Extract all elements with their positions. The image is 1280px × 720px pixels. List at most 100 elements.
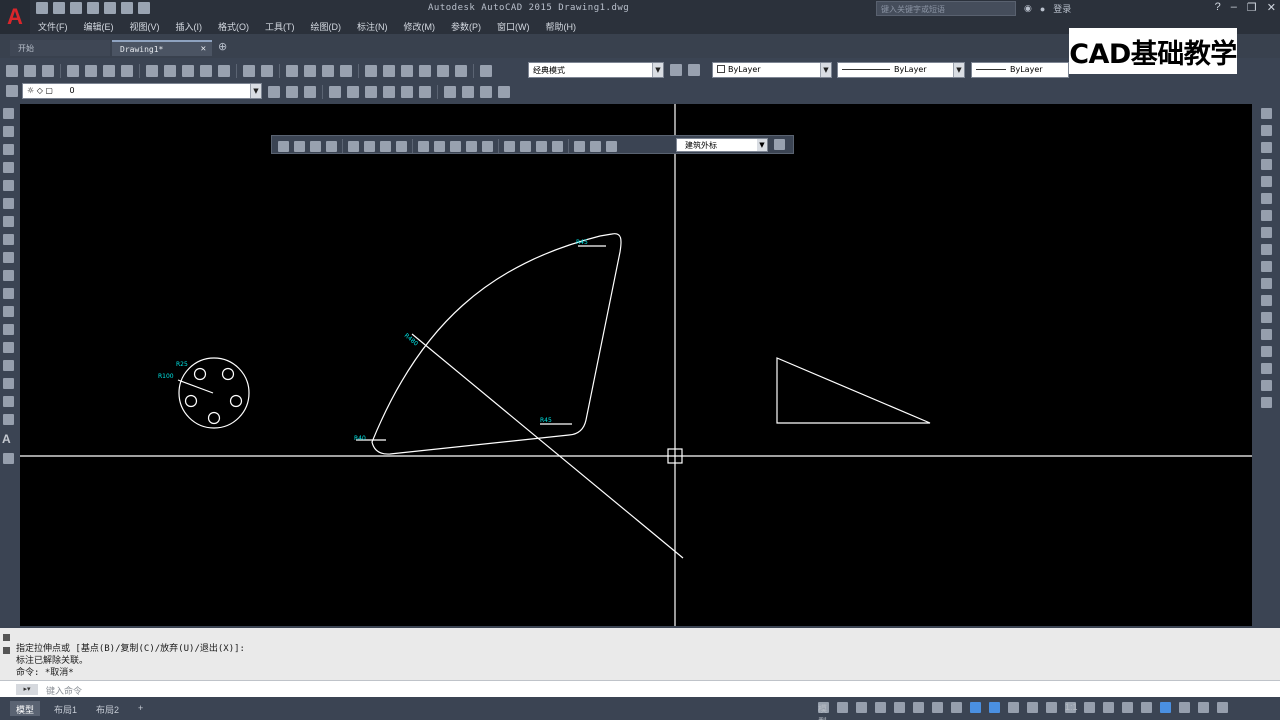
binoculars-icon[interactable]: ◉ [1024,3,1032,14]
properties-icon[interactable] [365,65,377,77]
zoom-window-icon[interactable] [322,65,334,77]
tab-start[interactable]: 开始 [10,40,110,56]
tab-drawing1[interactable]: Drawing1* ✕ [112,40,212,56]
menu-modify[interactable]: 修改(M) [396,20,444,33]
object-snap-icon[interactable] [951,702,962,713]
redo-icon[interactable] [261,65,273,77]
workspace-settings-icon[interactable] [670,64,682,76]
ellipse-arc-icon[interactable] [3,288,14,299]
angular-icon[interactable] [396,140,407,152]
isolate-objects-icon[interactable] [1160,702,1171,713]
ordinate-icon[interactable] [326,140,337,152]
zoom-previous-icon[interactable] [340,65,352,77]
layer-off-icon[interactable] [383,86,395,98]
zoom-realtime-icon[interactable] [304,65,316,77]
help-search-input[interactable]: 键入关键字或短语 [876,1,1016,16]
object-snap-tracking-icon[interactable] [932,702,943,713]
polyline-icon[interactable] [3,144,14,155]
restore-icon[interactable]: ❐ [1247,1,1257,14]
break-at-point-icon[interactable] [1261,295,1272,306]
make-block-icon[interactable] [3,324,14,335]
inspection-icon[interactable] [536,140,547,152]
make-current-icon[interactable] [268,86,280,98]
lineweight-control[interactable]: ByLayer [971,62,1069,78]
selection-cycling-icon[interactable] [1008,702,1019,713]
close-icon[interactable]: ✕ [1267,1,1276,14]
diameter-icon[interactable] [380,140,391,152]
point-icon[interactable] [3,342,14,353]
sign-in-link[interactable]: 登录 [1053,2,1071,15]
stretch-icon[interactable] [1261,244,1272,255]
jogged-linear-icon[interactable] [552,140,563,152]
close-icon[interactable] [3,634,10,641]
layer-lock-icon[interactable] [401,86,413,98]
break-icon[interactable] [1261,312,1272,323]
dim-edit-icon[interactable] [574,140,585,152]
add-selected-icon[interactable] [3,453,14,464]
print-icon[interactable] [104,2,116,14]
workspace-switch-icon[interactable] [1084,702,1095,713]
model-space-label[interactable]: 模型 [818,702,829,720]
3d-print-icon[interactable] [121,65,133,77]
mirror-icon[interactable] [1261,142,1272,153]
save-as-icon[interactable] [87,2,99,14]
layer-isolate-icon[interactable] [329,86,341,98]
move-icon[interactable] [1261,193,1272,204]
dimstyle-select[interactable]: 建筑外标 ▼ [676,138,768,152]
rotate-icon[interactable] [1261,210,1272,221]
circle-icon[interactable] [3,216,14,227]
auto-scale-icon[interactable] [1046,702,1057,713]
radius-icon[interactable] [348,140,359,152]
trim-icon[interactable] [1261,261,1272,272]
layer-unlock-icon[interactable] [419,86,431,98]
units-icon[interactable] [1122,702,1133,713]
customization-icon[interactable] [1217,702,1228,713]
redo-icon[interactable] [138,2,150,14]
menu-draw[interactable]: 绘图(D) [303,20,350,33]
copy-icon[interactable] [164,65,176,77]
ortho-icon[interactable] [875,702,886,713]
command-input[interactable]: ▸▾ 键入命令 [0,680,1280,697]
menu-window[interactable]: 窗口(W) [489,20,538,33]
rectangle-icon[interactable] [3,180,14,191]
open-icon[interactable] [53,2,65,14]
ellipse-icon[interactable] [3,270,14,281]
spline-icon[interactable] [3,252,14,263]
close-tab-icon[interactable]: ✕ [201,44,206,54]
lineweight-toggle-icon[interactable] [970,702,981,713]
dimension-style-icon[interactable] [774,139,785,150]
layer-states-icon[interactable] [304,86,316,98]
app-menu-button[interactable]: A [0,0,30,34]
join-icon[interactable] [1261,329,1272,340]
isodraft-icon[interactable] [913,702,924,713]
insert-block-icon[interactable] [3,306,14,317]
add-layout-icon[interactable]: + [132,701,149,716]
grid-icon[interactable] [837,702,848,713]
layer-freeze-icon[interactable] [365,86,377,98]
chevron-down-icon[interactable]: ▼ [652,63,663,77]
copy-object-icon[interactable] [1261,125,1272,136]
snap-icon[interactable] [856,702,867,713]
array-icon[interactable] [1261,176,1272,187]
full-screen-icon[interactable] [688,64,700,76]
jogged-icon[interactable] [364,140,375,152]
paste-icon[interactable] [182,65,194,77]
save-icon[interactable] [42,65,54,77]
new-icon[interactable] [6,65,18,77]
aligned-dim-icon[interactable] [294,140,305,152]
menu-tools[interactable]: 工具(T) [257,20,303,33]
quickcalc-icon[interactable] [455,65,467,77]
gradient-icon[interactable] [3,378,14,389]
chamfer-icon[interactable] [1261,346,1272,357]
cut-icon[interactable] [146,65,158,77]
user-icon[interactable]: ● [1040,4,1045,14]
save-icon[interactable] [70,2,82,14]
new-file-icon[interactable] [36,2,48,14]
multiline-text-icon[interactable]: A [2,432,14,446]
workspace-select[interactable]: 经典模式 ▼ [528,62,664,78]
menu-dimension[interactable]: 标注(N) [349,20,396,33]
menu-edit[interactable]: 编辑(E) [76,20,122,33]
menu-parametric[interactable]: 参数(P) [443,20,489,33]
match-properties-icon[interactable] [200,65,212,77]
hatch-icon[interactable] [3,360,14,371]
